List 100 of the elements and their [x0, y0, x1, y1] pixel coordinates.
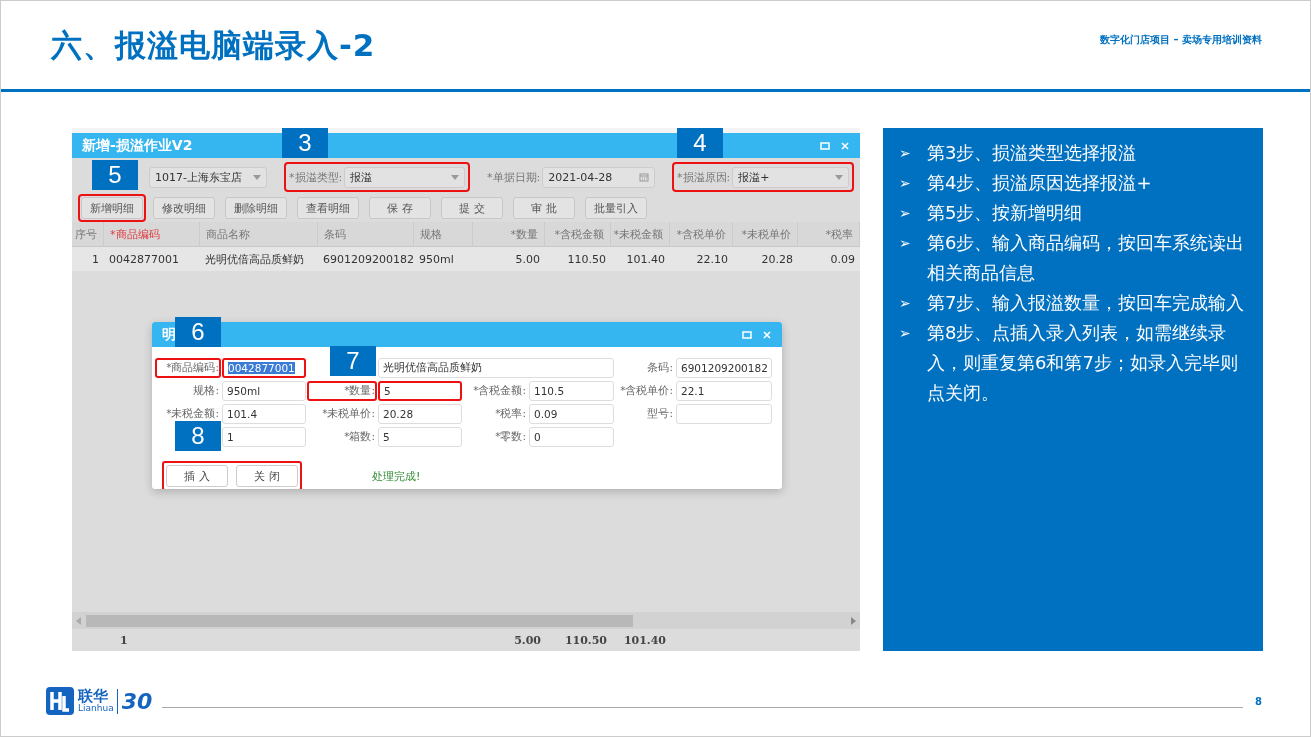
field-label: 型号: — [646, 406, 674, 421]
horizontal-scrollbar[interactable] — [72, 612, 860, 629]
input-field[interactable]: 5 — [378, 427, 462, 447]
column-header[interactable]: 序号 — [72, 222, 104, 246]
table-cell-text: 6901209200182 — [322, 251, 414, 268]
field-label: *损溢类型: — [289, 169, 343, 185]
toolbar-button[interactable]: 删除明细 — [225, 197, 287, 219]
input-field[interactable]: 5 — [378, 381, 462, 401]
input-field[interactable] — [676, 404, 772, 424]
scroll-left-icon[interactable] — [76, 616, 82, 625]
field-label: 规格: — [192, 383, 220, 398]
total-value: 5.00 — [513, 633, 542, 647]
table-cell-text: 光明优倍高品质鲜奶 — [204, 251, 305, 268]
select-field[interactable]: 1017-上海东宝店 — [149, 166, 267, 188]
field-label: *含税单价: — [619, 383, 674, 398]
status-message: 处理完成! — [372, 468, 421, 484]
field-label: *损溢原因: — [677, 169, 731, 185]
total-value: 110.50 — [563, 633, 608, 647]
logo-text: 联华 — [78, 689, 108, 704]
logo-subtext: Lianhua — [78, 704, 114, 713]
field-label: *商品编码: — [155, 358, 221, 378]
toolbar-button[interactable]: 批量引入 — [585, 197, 647, 219]
step-number-badge: 7 — [330, 346, 376, 376]
table-cell-text: 5.00 — [514, 251, 541, 268]
step-text: 第7步、输入报溢数量，按回车完成输入 — [927, 291, 1246, 315]
input-field[interactable]: 110.5 — [529, 381, 614, 401]
column-header[interactable]: 条码 — [318, 222, 414, 246]
dialog-button[interactable]: 插 入 — [166, 465, 228, 487]
page-number: 8 — [1255, 695, 1262, 707]
input-field[interactable]: 22.1 — [676, 381, 772, 401]
toolbar-button[interactable]: 查看明细 — [297, 197, 359, 219]
table-cell-text: 110.50 — [566, 251, 607, 268]
input-field[interactable]: 6901209200182 — [676, 358, 772, 378]
toolbar-button[interactable]: 新增明细 — [81, 197, 143, 219]
field-label: 条码: — [646, 360, 674, 375]
toolbar-button[interactable]: 提 交 — [441, 197, 503, 219]
close-icon[interactable] — [840, 140, 850, 151]
column-header[interactable]: *未税单价 — [733, 222, 798, 246]
input-field[interactable]: 0042877001 — [222, 358, 306, 378]
input-field[interactable]: 950ml — [222, 381, 306, 401]
input-field[interactable]: 光明优倍高品质鲜奶 — [378, 358, 614, 378]
column-header[interactable]: *数量 — [473, 222, 545, 246]
column-header[interactable]: 规格 — [414, 222, 473, 246]
input-field[interactable]: 0.09 — [529, 404, 614, 424]
anniversary-mark: 30 — [116, 688, 153, 714]
total-value: 1 — [119, 633, 129, 647]
step-text: 第5步、按新增明细 — [927, 201, 1084, 225]
caret-icon — [835, 174, 843, 180]
field-label: *单据日期: — [487, 169, 541, 185]
bullet-icon: ➢ — [899, 138, 915, 168]
input-field[interactable]: 101.4 — [222, 404, 306, 424]
window-title: 新增-损溢作业V2 — [82, 136, 193, 155]
bullet-icon: ➢ — [899, 228, 915, 288]
column-header[interactable]: *含税单价 — [670, 222, 733, 246]
column-header[interactable]: 商品名称 — [200, 222, 318, 246]
caret-icon — [451, 174, 459, 180]
field-label: *税率: — [494, 406, 527, 421]
step-text: 第3步、损溢类型选择报溢 — [927, 141, 1138, 165]
toolbar-button[interactable]: 保 存 — [369, 197, 431, 219]
scroll-right-icon[interactable] — [850, 616, 856, 625]
field-label: *零数: — [494, 429, 527, 444]
input-field[interactable]: 20.28 — [378, 404, 462, 424]
input-field[interactable]: 0 — [529, 427, 614, 447]
slide-subtitle: 数字化门店项目 – 卖场专用培训资料 — [1100, 33, 1262, 47]
field-label: *未税单价: — [321, 406, 376, 421]
dialog-button[interactable]: 关 闭 — [236, 465, 298, 487]
step-text: 第4步、损溢原因选择报溢+ — [927, 171, 1153, 195]
logo-icon — [45, 686, 75, 716]
column-header[interactable]: *未税金额 — [611, 222, 670, 246]
table-cell-text: 950ml — [418, 251, 455, 268]
select-field[interactable]: 报溢+ — [732, 166, 849, 188]
calendar-icon — [639, 172, 649, 182]
column-header[interactable]: *税率 — [798, 222, 860, 246]
field-label: *数量: — [307, 381, 377, 401]
maximize-icon[interactable] — [742, 329, 752, 340]
dialog-title: 明 — [162, 325, 176, 344]
bullet-icon: ➢ — [899, 288, 915, 318]
input-field[interactable]: 1 — [222, 427, 306, 447]
step-number-badge: 6 — [175, 317, 221, 347]
step-number-badge: 5 — [92, 160, 138, 190]
step-text: 第8步、点插入录入列表，如需继续录入，则重复第6和第7步；如录入完毕则点关闭。 — [927, 321, 1239, 405]
step-number-badge: 8 — [175, 421, 221, 451]
field-label: *含税金额: — [472, 383, 527, 398]
bullet-icon: ➢ — [899, 168, 915, 198]
date-field[interactable]: 2021-04-28 — [542, 166, 655, 188]
column-header[interactable]: *含税金额 — [545, 222, 611, 246]
step-number-badge: 4 — [677, 128, 723, 158]
field-label: *未税金额: — [165, 406, 220, 421]
toolbar-button[interactable]: 审 批 — [513, 197, 575, 219]
caret-icon — [253, 174, 261, 180]
table-cell-text: 101.40 — [625, 251, 666, 268]
bullet-icon: ➢ — [899, 198, 915, 228]
table-cell-text: 0042877001 — [108, 251, 180, 268]
total-value: 101.40 — [622, 633, 667, 647]
select-field[interactable]: 报溢 — [344, 166, 465, 188]
close-icon[interactable] — [762, 329, 772, 340]
table-cell-text: 20.28 — [760, 251, 794, 268]
toolbar-button[interactable]: 修改明细 — [153, 197, 215, 219]
table-cell-text: 0.09 — [829, 251, 856, 268]
maximize-icon[interactable] — [820, 140, 830, 151]
